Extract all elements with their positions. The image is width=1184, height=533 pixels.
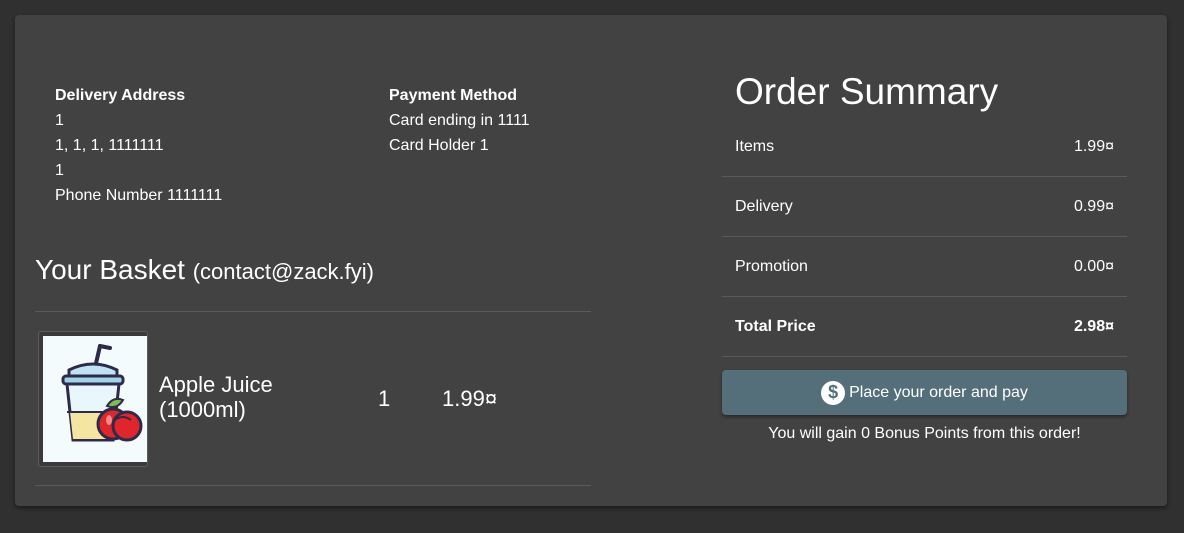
- dollar-icon: $: [821, 380, 846, 405]
- place-order-label: Place your order and pay: [849, 383, 1028, 401]
- summary-row-delivery: Delivery 0.99¤: [722, 177, 1127, 237]
- summary-label: Delivery: [735, 198, 793, 215]
- payment-card-holder: Card Holder 1: [389, 137, 489, 154]
- address-line-phone: Phone Number 1111111: [55, 187, 223, 204]
- order-summary-title: Order Summary: [735, 71, 999, 112]
- summary-value: 1.99¤: [1073, 138, 1114, 155]
- payment-method: Payment Method Card ending in 1111 Card …: [389, 83, 530, 158]
- summary-row-total: Total Price 2.98¤: [722, 297, 1127, 357]
- basket-heading: Your Basket: [35, 254, 185, 285]
- basket-divider-top: [35, 311, 591, 312]
- payment-card-ending: Card ending in 1111: [389, 112, 530, 129]
- bonus-points-text: You will gain 0 Bonus Points from this o…: [768, 425, 1081, 442]
- product-quantity: 1: [378, 386, 391, 411]
- checkout-card: Delivery Address 1 1, 1, 1, 1111111 1 Ph…: [15, 15, 1167, 506]
- basket-owner-email: (contact@zack.fyi): [192, 259, 374, 284]
- address-line-name: 1: [55, 112, 64, 129]
- summary-value: 2.98¤: [1073, 318, 1114, 335]
- product-name: Apple Juice (1000ml): [159, 372, 273, 422]
- summary-row-promotion: Promotion 0.00¤: [722, 237, 1127, 297]
- summary-value: 0.99¤: [1073, 198, 1114, 215]
- summary-label: Items: [735, 138, 775, 155]
- place-order-button[interactable]: $ Place your order and pay: [722, 370, 1127, 415]
- summary-row-items: Items 1.99¤: [722, 117, 1127, 177]
- address-line-street: 1, 1, 1, 1111111: [55, 137, 164, 154]
- apple-juice-icon: [43, 336, 147, 462]
- summary-label: Total Price: [735, 318, 816, 335]
- basket-title: Your Basket (contact@zack.fyi): [35, 253, 374, 289]
- product-thumbnail[interactable]: [38, 331, 148, 467]
- summary-value: 0.00¤: [1073, 258, 1114, 275]
- product-price: 1.99¤: [442, 386, 498, 411]
- delivery-address: Delivery Address 1 1, 1, 1, 1111111 1 Ph…: [55, 83, 222, 208]
- payment-method-heading: Payment Method: [389, 87, 518, 104]
- summary-label: Promotion: [735, 258, 808, 275]
- delivery-address-heading: Delivery Address: [55, 87, 186, 104]
- basket-divider-bottom: [35, 485, 591, 486]
- address-line-country: 1: [55, 162, 64, 179]
